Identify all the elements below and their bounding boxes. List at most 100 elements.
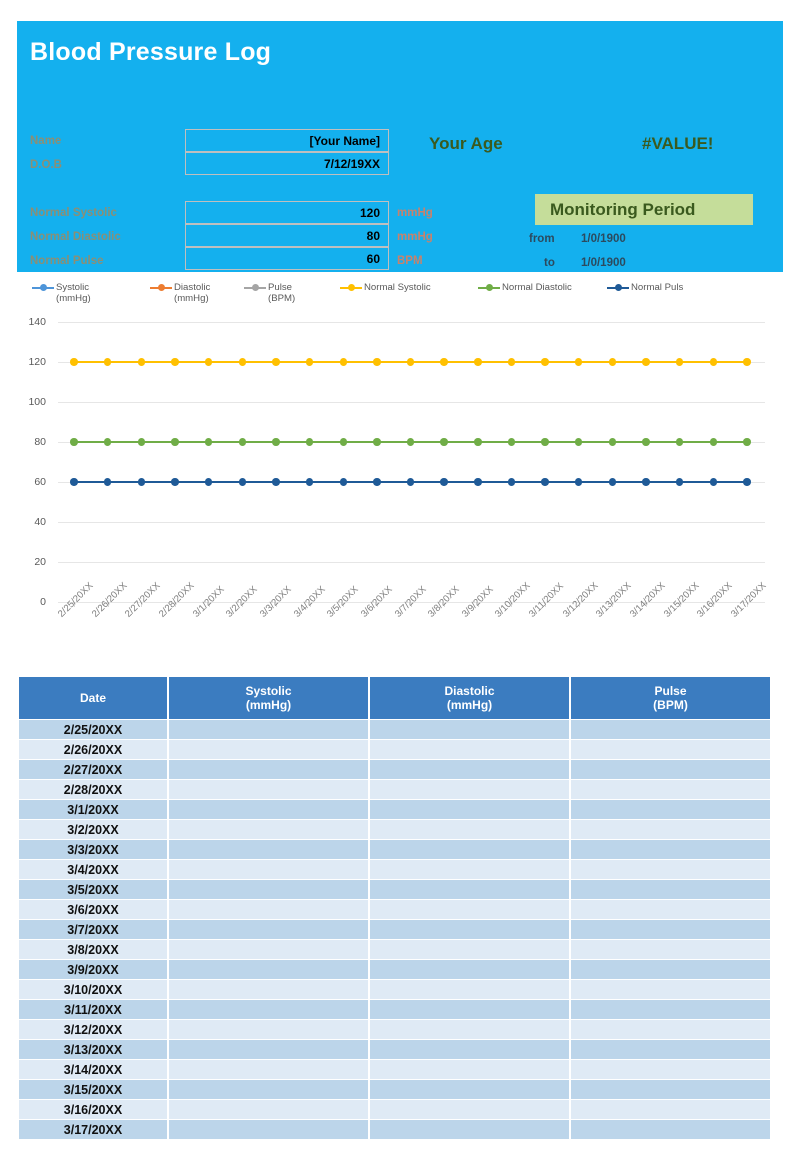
x-axis-tick-label: 2/25/20XX [56,580,96,620]
legend-item-systolic[interactable]: Systolic (mmHg) [32,282,91,305]
row-diastolic-cell[interactable] [370,720,569,739]
row-systolic-cell[interactable] [169,1020,368,1039]
row-date-cell: 3/3/20XX [19,840,167,859]
chart-data-point [238,478,246,486]
row-pulse-cell[interactable] [571,840,770,859]
legend-item-normal-systolic[interactable]: Normal Systolic [340,282,431,293]
row-diastolic-cell[interactable] [370,940,569,959]
chart-data-point [238,438,246,446]
row-pulse-cell[interactable] [571,920,770,939]
row-pulse-cell[interactable] [571,820,770,839]
row-pulse-cell[interactable] [571,720,770,739]
chart-data-point [474,478,482,486]
row-systolic-cell[interactable] [169,1120,368,1139]
table-row: 3/3/20XX [19,840,770,859]
unit-normal-diastolic: mmHg [397,231,433,243]
chart-data-point [406,358,415,366]
row-date-cell: 2/28/20XX [19,780,167,799]
row-diastolic-cell[interactable] [370,1000,569,1019]
legend-item-diastolic[interactable]: Diastolic (mmHg) [150,282,210,305]
monitoring-from-value[interactable]: 1/0/1900 [581,233,626,245]
chart-data-point [238,358,246,366]
row-pulse-cell[interactable] [571,980,770,999]
row-diastolic-cell[interactable] [370,780,569,799]
row-systolic-cell[interactable] [169,980,368,999]
chart-data-point [204,358,213,366]
row-pulse-cell[interactable] [571,960,770,979]
row-systolic-cell[interactable] [169,960,368,979]
row-date-cell: 3/16/20XX [19,1100,167,1119]
chart-data-point [507,358,516,366]
row-systolic-cell[interactable] [169,740,368,759]
row-diastolic-cell[interactable] [370,740,569,759]
row-diastolic-cell[interactable] [370,920,569,939]
legend-item-pulse[interactable]: Pulse (BPM) [244,282,295,305]
row-date-cell: 3/12/20XX [19,1020,167,1039]
row-pulse-cell[interactable] [571,800,770,819]
row-pulse-cell[interactable] [571,940,770,959]
chart-data-point [440,478,448,486]
row-diastolic-cell[interactable] [370,960,569,979]
row-systolic-cell[interactable] [169,820,368,839]
chart-data-point [272,478,280,486]
row-systolic-cell[interactable] [169,780,368,799]
row-diastolic-cell[interactable] [370,840,569,859]
row-diastolic-cell[interactable] [370,1060,569,1079]
normal-diastolic-field[interactable] [185,224,389,247]
legend-item-normal-puls[interactable]: Normal Puls [607,282,683,293]
row-diastolic-cell[interactable] [370,1100,569,1119]
row-diastolic-cell[interactable] [370,820,569,839]
row-systolic-cell[interactable] [169,860,368,879]
y-axis-tick-label: 80 [34,436,46,448]
monitoring-to-value[interactable]: 1/0/1900 [581,257,626,269]
row-systolic-cell[interactable] [169,920,368,939]
row-diastolic-cell[interactable] [370,980,569,999]
dob-field[interactable] [185,152,389,175]
row-diastolic-cell[interactable] [370,900,569,919]
row-systolic-cell[interactable] [169,880,368,899]
row-pulse-cell[interactable] [571,780,770,799]
row-pulse-cell[interactable] [571,1120,770,1139]
row-diastolic-cell[interactable] [370,1120,569,1139]
row-pulse-cell[interactable] [571,1060,770,1079]
row-systolic-cell[interactable] [169,1060,368,1079]
row-systolic-cell[interactable] [169,940,368,959]
table-header-systolic: Systolic (mmHg) [169,677,368,719]
row-systolic-cell[interactable] [169,1000,368,1019]
row-diastolic-cell[interactable] [370,1020,569,1039]
name-field[interactable] [185,129,389,152]
table-row: 3/11/20XX [19,1000,770,1019]
row-pulse-cell[interactable] [571,1000,770,1019]
chart-data-point [70,438,78,446]
row-systolic-cell[interactable] [169,720,368,739]
row-diastolic-cell[interactable] [370,760,569,779]
row-pulse-cell[interactable] [571,1020,770,1039]
row-systolic-cell[interactable] [169,900,368,919]
y-axis-tick-label: 140 [28,316,46,328]
legend-item-normal-diastolic[interactable]: Normal Diastolic [478,282,572,293]
row-pulse-cell[interactable] [571,1100,770,1119]
row-pulse-cell[interactable] [571,1080,770,1099]
row-diastolic-cell[interactable] [370,1040,569,1059]
y-axis-tick-label: 100 [28,396,46,408]
table-header-date: Date [19,677,167,719]
row-systolic-cell[interactable] [169,1080,368,1099]
row-systolic-cell[interactable] [169,840,368,859]
row-diastolic-cell[interactable] [370,800,569,819]
row-pulse-cell[interactable] [571,740,770,759]
normal-pulse-field[interactable] [185,247,389,270]
row-diastolic-cell[interactable] [370,880,569,899]
normal-systolic-field[interactable] [185,201,389,224]
row-pulse-cell[interactable] [571,900,770,919]
row-pulse-cell[interactable] [571,1040,770,1059]
row-pulse-cell[interactable] [571,880,770,899]
row-systolic-cell[interactable] [169,760,368,779]
row-systolic-cell[interactable] [169,800,368,819]
row-diastolic-cell[interactable] [370,860,569,879]
row-diastolic-cell[interactable] [370,1080,569,1099]
row-systolic-cell[interactable] [169,1100,368,1119]
row-pulse-cell[interactable] [571,860,770,879]
row-pulse-cell[interactable] [571,760,770,779]
row-systolic-cell[interactable] [169,1040,368,1059]
legend-marker-icon [150,284,172,292]
